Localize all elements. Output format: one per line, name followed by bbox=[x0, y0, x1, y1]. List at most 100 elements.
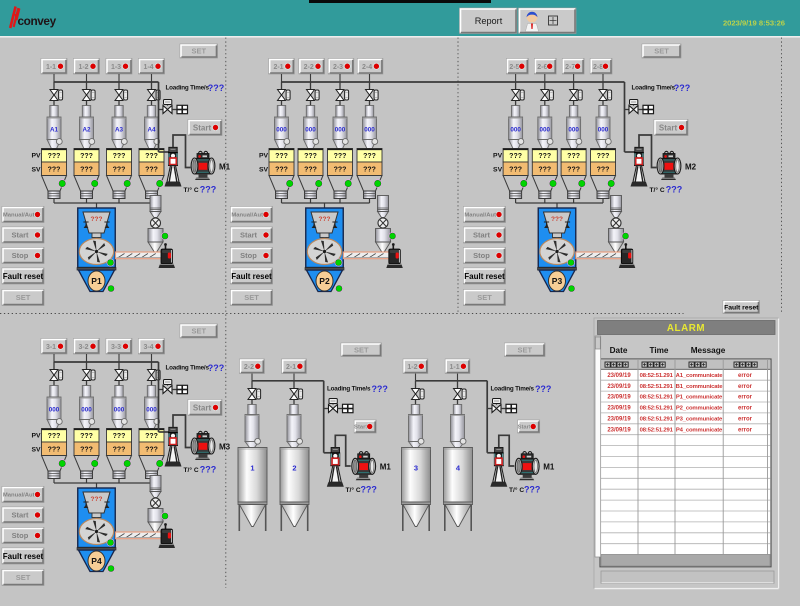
svg-text:2-1: 2-1 bbox=[273, 64, 283, 71]
svg-text:2-7: 2-7 bbox=[565, 64, 575, 71]
svg-text:23/09/19: 23/09/19 bbox=[607, 406, 631, 412]
svg-text:Loading Time/s: Loading Time/s bbox=[166, 365, 210, 372]
svg-text:???: ??? bbox=[145, 433, 158, 440]
svg-text:Stop: Stop bbox=[12, 251, 29, 260]
svg-text:???: ??? bbox=[48, 167, 61, 174]
svg-text:Loading Time/s: Loading Time/s bbox=[327, 386, 371, 393]
svg-text:Start: Start bbox=[518, 425, 531, 431]
svg-text:???: ??? bbox=[371, 384, 388, 394]
svg-text:Loading Time/s: Loading Time/s bbox=[166, 85, 210, 92]
svg-text:A2: A2 bbox=[82, 127, 91, 134]
svg-text:???: ??? bbox=[200, 185, 217, 195]
svg-text:Fault reset: Fault reset bbox=[724, 304, 759, 311]
svg-text:???: ??? bbox=[666, 185, 683, 195]
svg-text:Stop: Stop bbox=[12, 531, 29, 540]
svg-text:A1: A1 bbox=[50, 127, 59, 134]
svg-text:Date: Date bbox=[610, 346, 628, 355]
svg-text:000: 000 bbox=[540, 127, 551, 134]
svg-text:A3: A3 bbox=[115, 127, 124, 134]
svg-text:SV: SV bbox=[31, 447, 41, 454]
svg-text:2-5: 2-5 bbox=[509, 64, 519, 71]
svg-text:???: ??? bbox=[208, 363, 225, 373]
svg-text:08:52:51.291: 08:52:51.291 bbox=[640, 395, 674, 401]
svg-text:???: ??? bbox=[363, 153, 376, 160]
svg-text:PV: PV bbox=[493, 153, 503, 160]
svg-text:Fault reset: Fault reset bbox=[231, 272, 272, 281]
svg-text:1: 1 bbox=[250, 464, 254, 473]
svg-text:Start: Start bbox=[11, 511, 29, 520]
svg-text:P4: P4 bbox=[91, 556, 102, 566]
svg-text:Stop: Stop bbox=[473, 251, 490, 260]
svg-text:???: ??? bbox=[538, 167, 551, 174]
svg-text:23/09/19: 23/09/19 bbox=[607, 384, 631, 390]
svg-text:SET: SET bbox=[654, 47, 669, 56]
svg-text:???: ??? bbox=[551, 216, 563, 223]
svg-text:???: ??? bbox=[113, 433, 126, 440]
svg-text:SET: SET bbox=[16, 573, 31, 582]
svg-text:???: ??? bbox=[48, 433, 61, 440]
svg-text:???: ??? bbox=[319, 216, 331, 223]
svg-text:???: ??? bbox=[567, 153, 580, 160]
svg-text:23/09/19: 23/09/19 bbox=[607, 373, 631, 379]
svg-text:???: ??? bbox=[80, 167, 93, 174]
svg-text:2-2: 2-2 bbox=[304, 64, 314, 71]
svg-text:B1_communicate: B1_communicate bbox=[676, 384, 724, 390]
svg-text:1-2: 1-2 bbox=[407, 364, 417, 371]
svg-text:2-1: 2-1 bbox=[286, 364, 296, 371]
svg-text:Loading Time/s: Loading Time/s bbox=[632, 85, 676, 92]
svg-text:08:52:51.291: 08:52:51.291 bbox=[640, 373, 674, 379]
svg-text:convey: convey bbox=[18, 14, 57, 28]
svg-text:000: 000 bbox=[146, 407, 157, 414]
svg-text:3-1: 3-1 bbox=[46, 344, 56, 351]
svg-text:T/° C: T/° C bbox=[184, 186, 199, 194]
svg-text:Start: Start bbox=[473, 231, 491, 240]
svg-text:SET: SET bbox=[244, 293, 259, 302]
svg-text:Message: Message bbox=[691, 346, 726, 355]
svg-text:???: ??? bbox=[524, 485, 541, 495]
svg-text:???: ??? bbox=[304, 153, 317, 160]
svg-text:???: ??? bbox=[275, 167, 288, 174]
svg-text:P4_communicate: P4_communicate bbox=[676, 427, 723, 433]
svg-text:2023/9/19 8:53:26: 2023/9/19 8:53:26 bbox=[723, 19, 785, 28]
svg-text:23/09/19: 23/09/19 bbox=[607, 417, 631, 423]
svg-text:Manual/Auto: Manual/Auto bbox=[464, 213, 500, 219]
svg-text:PV: PV bbox=[31, 153, 41, 160]
svg-text:000: 000 bbox=[364, 127, 375, 134]
svg-text:T/° C: T/° C bbox=[650, 186, 665, 194]
svg-text:000: 000 bbox=[81, 407, 92, 414]
svg-text:error: error bbox=[738, 406, 753, 412]
svg-text:P1_communicate: P1_communicate bbox=[676, 395, 723, 401]
svg-text:Start: Start bbox=[11, 231, 29, 240]
svg-text:Start: Start bbox=[240, 231, 258, 240]
svg-text:SV: SV bbox=[493, 167, 503, 174]
svg-text:P1: P1 bbox=[91, 276, 102, 286]
svg-text:???: ??? bbox=[275, 153, 288, 160]
svg-text:1-1: 1-1 bbox=[46, 64, 56, 71]
svg-text:08:52:51.291: 08:52:51.291 bbox=[640, 427, 674, 433]
svg-text:3-3: 3-3 bbox=[111, 344, 121, 351]
svg-text:000: 000 bbox=[598, 127, 609, 134]
svg-text:Stop: Stop bbox=[240, 251, 257, 260]
svg-text:08:52:51.291: 08:52:51.291 bbox=[640, 384, 674, 390]
svg-text:P2: P2 bbox=[319, 276, 330, 286]
svg-text:3-2: 3-2 bbox=[78, 344, 88, 351]
svg-text:2-8: 2-8 bbox=[593, 64, 603, 71]
svg-text:Fault reset: Fault reset bbox=[3, 272, 44, 281]
svg-text:23/09/19: 23/09/19 bbox=[607, 427, 631, 433]
svg-text:T/° C: T/° C bbox=[346, 486, 361, 494]
svg-text:Start: Start bbox=[193, 403, 212, 412]
svg-text:???: ??? bbox=[113, 153, 126, 160]
svg-text:Start: Start bbox=[659, 123, 678, 132]
svg-text:000: 000 bbox=[305, 127, 316, 134]
svg-text:Manual/Auto: Manual/Auto bbox=[3, 213, 39, 219]
svg-text:???: ??? bbox=[113, 447, 126, 454]
svg-text:23/09/19: 23/09/19 bbox=[607, 395, 631, 401]
svg-text:P3: P3 bbox=[552, 276, 563, 286]
svg-text:Start: Start bbox=[354, 425, 367, 431]
svg-text:error: error bbox=[738, 427, 753, 433]
svg-text:???: ??? bbox=[304, 167, 317, 174]
svg-text:???: ??? bbox=[48, 153, 61, 160]
svg-text:???: ??? bbox=[360, 485, 377, 495]
svg-text:SET: SET bbox=[354, 345, 369, 354]
svg-text:???: ??? bbox=[567, 167, 580, 174]
